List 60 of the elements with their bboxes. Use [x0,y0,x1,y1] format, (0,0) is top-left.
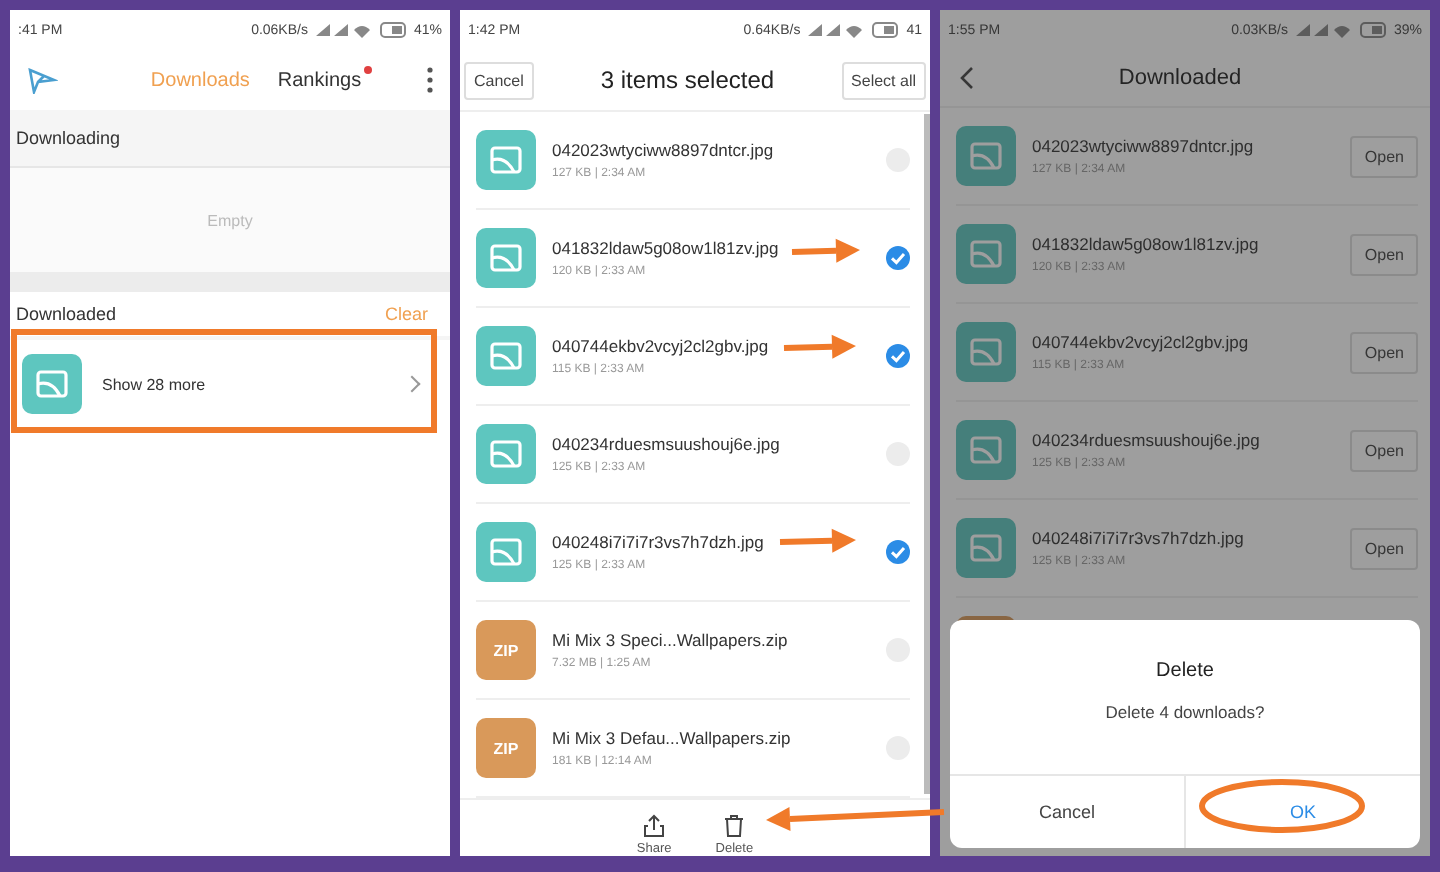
show-more-label: Show 28 more [102,375,208,393]
tab[interactable]: Rankings [273,65,366,95]
dialog-title: Delete [1156,660,1214,682]
battery-icon [379,22,408,38]
file-name: 041832ldaw5g08ow1l81zv.jpg [552,238,779,258]
file-name: 040234rduesmsuushouj6e.jpg [552,434,780,454]
file-name: Mi Mix 3 Defau...Wallpapers.zip [552,728,791,748]
show-more-row[interactable]: Show 28 more [10,340,450,428]
arrow [779,528,856,553]
image-file-icon [476,228,536,288]
image-file-icon [22,354,82,414]
file-name: 040248i7i7i7r3vs7h7dzh.jpg [552,532,764,552]
battery-icon [1359,22,1388,38]
cancel-button[interactable]: Cancel [950,776,1184,848]
image-file-icon [476,522,536,582]
file-name: 042023wtyciww8897dntcr.jpg [1032,136,1254,156]
share-icon [642,813,667,837]
file-name: 040234rduesmsuushouj6e.jpg [1032,430,1260,450]
open-button[interactable]: Open [1350,429,1418,471]
signal-icon [1293,22,1354,38]
image-file-icon [956,420,1016,480]
section-title: Downloading [16,128,121,148]
menu-icon[interactable] [426,66,434,94]
selection-checkbox[interactable] [886,344,910,368]
file-name: 040248i7i7i7r3vs7h7dzh.jpg [1032,528,1244,548]
selection-checkbox[interactable] [886,540,910,564]
image-file-icon [956,126,1016,186]
image-file-icon [476,326,536,386]
back-icon[interactable] [960,66,974,90]
section-title: Downloaded [16,304,117,324]
arrow [791,238,860,263]
zip-file-icon: ZIP [476,718,536,778]
file-name: 040744ekbv2vcyj2cl2gbv.jpg [552,336,769,356]
screen-title: 3 items selected [600,66,775,94]
image-file-icon [476,130,536,190]
open-button[interactable]: Open [1350,135,1418,177]
cancel-button[interactable]: Cancel [464,61,534,99]
open-button[interactable]: Open [1350,233,1418,275]
image-file-icon [956,518,1016,578]
trash-icon [722,813,747,837]
screen-title: Downloaded [1116,66,1244,90]
file-name: Mi Mix 3 Speci...Wallpapers.zip [552,630,788,650]
open-button[interactable]: Open [1350,527,1418,569]
dialog-message: Delete 4 downloads? [1105,702,1265,722]
battery-icon [872,22,901,38]
image-file-icon [956,322,1016,382]
signal-icon [806,22,867,38]
select-all-button[interactable]: Select all [841,61,926,99]
image-file-icon [956,224,1016,284]
ok-button[interactable]: OK [1184,776,1420,848]
file-name: 041832ldaw5g08ow1l81zv.jpg [1032,234,1259,254]
image-file-icon [476,424,536,484]
open-button[interactable]: Open [1350,331,1418,373]
file-name: 040744ekbv2vcyj2cl2gbv.jpg [1032,332,1249,352]
zip-file-icon: ZIP [476,620,536,680]
arrow [783,334,856,359]
selection-checkbox[interactable] [886,246,910,270]
signal-icon [313,22,374,38]
file-name: 042023wtyciww8897dntcr.jpg [552,140,774,160]
empty-label: Empty [207,211,253,229]
